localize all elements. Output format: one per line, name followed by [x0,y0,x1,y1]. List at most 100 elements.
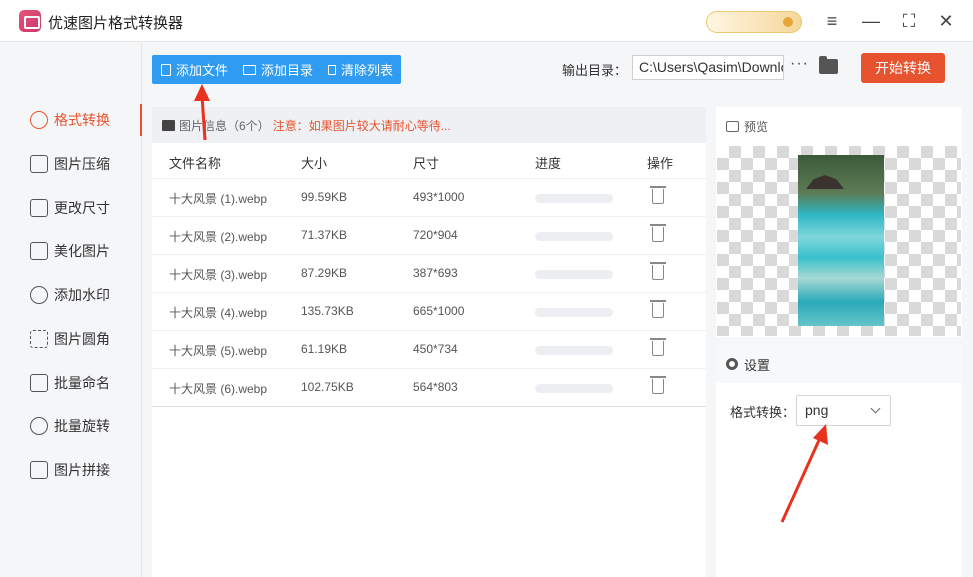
add-folder-button[interactable]: 添加目录 [234,55,319,84]
toolbar: 添加文件 添加目录 清除列表 输出目录： C:\Users\Qasim\Down… [143,43,973,95]
file-dimensions: 387*693 [413,266,458,280]
settings-panel: 设置 格式转换： png [716,345,962,577]
table-row[interactable]: 十大风景 (3).webp 87.29KB 387*693 [152,254,706,292]
clear-list-button[interactable]: 清除列表 [319,55,399,84]
settings-title: 设置 [744,357,771,373]
sidebar-item-batch-rotate[interactable]: 批量旋转 [0,406,142,446]
sidebar-item-resize[interactable]: 更改尺寸 [0,188,142,228]
file-dimensions: 450*734 [413,342,458,356]
image-icon [162,119,175,131]
output-dir-label: 输出目录： [562,63,628,78]
sidebar-item-watermark[interactable]: 添加水印 [0,275,142,315]
start-convert-button[interactable]: 开始转换 [861,53,945,83]
file-size: 102.75KB [301,380,354,394]
compress-icon [30,155,48,173]
table-row[interactable]: 十大风景 (5).webp 61.19KB 450*734 [152,330,706,368]
output-dir-field[interactable]: C:\Users\Qasim\Downloads [632,55,784,80]
divider [152,406,706,407]
sidebar-item-beautify[interactable]: 美化图片 [0,231,142,271]
delete-icon[interactable] [650,262,666,280]
file-size: 135.73KB [301,304,354,318]
sidebar-item-label: 图片拼接 [54,462,110,478]
add-folder-label: 添加目录 [261,63,314,78]
settings-header: 设置 [716,345,962,383]
delete-icon[interactable] [650,376,666,394]
sidebar-item-rounded-corner[interactable]: 图片圆角 [0,319,142,359]
beautify-icon [30,242,48,260]
progress-bar [535,194,613,203]
preview-header: 预览 [716,107,962,145]
file-name: 十大风景 (4).webp [169,306,268,320]
file-name: 十大风景 (5).webp [169,344,268,358]
convert-icon [30,111,48,129]
preview-canvas [717,146,961,336]
preview-panel: 预览 [716,107,962,337]
format-select[interactable]: png [796,395,891,426]
maximize-icon[interactable]: ⛶ [896,8,922,34]
progress-bar [535,384,613,393]
sidebar-item-label: 图片压缩 [54,156,110,172]
sidebar-item-batch-rename[interactable]: 批量命名 [0,363,142,403]
column-header-dimensions: 尺寸 [413,156,440,171]
close-icon[interactable]: ✕ [933,8,959,34]
file-dimensions: 720*904 [413,228,458,242]
rounded-corner-icon [30,330,48,348]
sidebar-item-stitch[interactable]: 图片拼接 [0,450,142,490]
file-icon [161,63,171,76]
format-label: 格式转换： [730,405,796,420]
sidebar-item-label: 美化图片 [54,243,110,259]
open-folder-icon[interactable] [819,56,838,74]
folder-outline-icon [243,64,257,75]
add-file-label: 添加文件 [176,63,229,78]
table-row[interactable]: 十大风景 (4).webp 135.73KB 665*1000 [152,292,706,330]
sidebar-item-label: 添加水印 [54,287,110,303]
trash-icon [328,64,337,75]
app-logo-icon [19,10,41,32]
file-name: 十大风景 (2).webp [169,230,268,244]
delete-icon[interactable] [650,224,666,242]
file-list-header: 图片信息（6个） 注意：如果图片较大请耐心等待... [152,107,706,143]
file-list-panel: 图片信息（6个） 注意：如果图片较大请耐心等待... 文件名称 大小 尺寸 进度… [152,107,706,577]
file-dimensions: 493*1000 [413,190,465,204]
title-bar: 优速图片格式转换器 ≡ — ⛶ ✕ [0,0,973,42]
sidebar-item-format-convert[interactable]: 格式转换 [0,100,142,140]
progress-bar [535,308,613,317]
progress-bar [535,270,613,279]
resize-icon [30,199,48,217]
more-options-button[interactable]: ··· [790,55,809,73]
sidebar-item-label: 批量命名 [54,375,110,391]
rotate-icon [30,417,48,435]
preview-icon [726,120,739,132]
file-size: 61.19KB [301,342,348,356]
file-dimensions: 665*1000 [413,304,465,318]
menu-icon[interactable]: ≡ [819,8,845,34]
clear-list-label: 清除列表 [341,63,394,78]
file-size: 87.29KB [301,266,348,280]
stitch-icon [30,461,48,479]
file-name: 十大风景 (1).webp [169,192,268,206]
progress-bar [535,346,613,355]
promo-badge[interactable] [706,11,802,33]
table-row[interactable]: 十大风景 (1).webp 99.59KB 493*1000 [152,178,706,216]
delete-icon[interactable] [650,186,666,204]
add-file-button[interactable]: 添加文件 [152,55,234,84]
table-row[interactable]: 十大风景 (6).webp 102.75KB 564*803 [152,368,706,406]
sidebar-item-label: 更改尺寸 [54,200,110,216]
sidebar-item-compress[interactable]: 图片压缩 [0,144,142,184]
file-count-label: 图片信息（6个） [179,118,270,133]
delete-icon[interactable] [650,338,666,356]
preview-image [798,155,884,326]
file-size: 71.37KB [301,228,348,242]
chevron-down-icon [870,403,881,414]
format-value: png [805,402,829,418]
progress-bar [535,232,613,241]
preview-title: 预览 [744,119,769,134]
sidebar-item-label: 图片圆角 [54,331,110,347]
minimize-icon[interactable]: — [858,8,884,34]
sidebar-item-label: 格式转换 [54,112,110,128]
watermark-icon [30,286,48,304]
sidebar-item-label: 批量旋转 [54,418,110,434]
delete-icon[interactable] [650,300,666,318]
column-header-progress: 进度 [535,156,562,171]
table-row[interactable]: 十大风景 (2).webp 71.37KB 720*904 [152,216,706,254]
